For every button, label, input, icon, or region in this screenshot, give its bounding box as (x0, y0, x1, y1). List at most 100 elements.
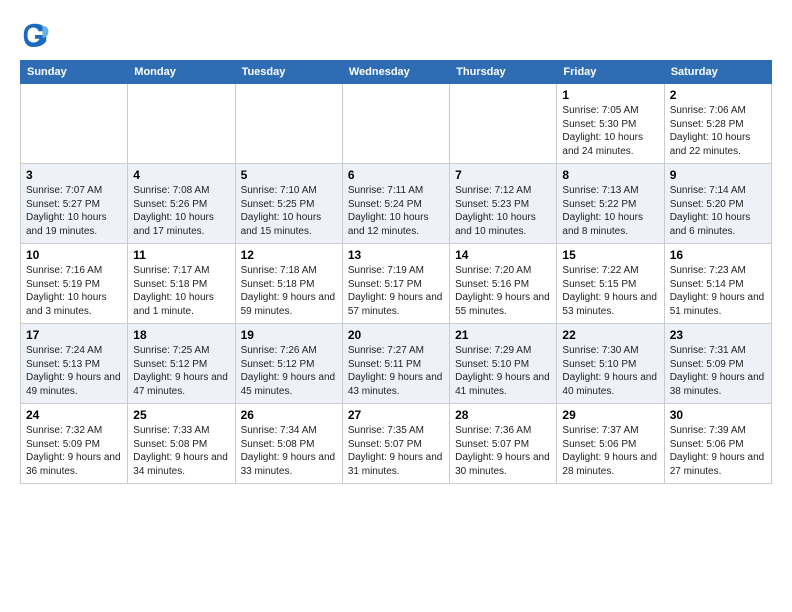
day-info: Sunrise: 7:27 AMSunset: 5:11 PMDaylight:… (348, 344, 444, 398)
day-number: 18 (133, 328, 229, 342)
day-number: 23 (670, 328, 766, 342)
calendar-cell: 15 Sunrise: 7:22 AMSunset: 5:15 PMDayligh… (557, 244, 664, 324)
day-info: Sunrise: 7:08 AMSunset: 5:26 PMDaylight:… (133, 184, 229, 238)
day-number: 5 (241, 168, 337, 182)
calendar-cell: 3 Sunrise: 7:07 AMSunset: 5:27 PMDaylight… (21, 164, 128, 244)
page-header (20, 20, 772, 50)
logo (20, 20, 54, 50)
calendar-cell: 13 Sunrise: 7:19 AMSunset: 5:17 PMDayligh… (342, 244, 449, 324)
weekday-header: Friday (557, 61, 664, 84)
day-number: 4 (133, 168, 229, 182)
day-number: 26 (241, 408, 337, 422)
weekday-header: Thursday (450, 61, 557, 84)
day-info: Sunrise: 7:35 AMSunset: 5:07 PMDaylight:… (348, 424, 444, 478)
day-number: 17 (26, 328, 122, 342)
day-info: Sunrise: 7:25 AMSunset: 5:12 PMDaylight:… (133, 344, 229, 398)
calendar-cell: 11Sunrise: 7:17 AMSunset: 5:18 PMDayligh… (128, 244, 235, 324)
day-info: Sunrise: 7:10 AMSunset: 5:25 PMDaylight:… (241, 184, 337, 238)
day-number: 8 (562, 168, 658, 182)
day-number: 6 (348, 168, 444, 182)
calendar-week-row: 24 Sunrise: 7:32 AMSunset: 5:09 PMDayligh… (21, 404, 772, 484)
day-number: 22 (562, 328, 658, 342)
day-number: 25 (133, 408, 229, 422)
calendar-cell: 25 Sunrise: 7:33 AMSunset: 5:08 PMDayligh… (128, 404, 235, 484)
calendar-cell: 9 Sunrise: 7:14 AMSunset: 5:20 PMDaylight… (664, 164, 771, 244)
day-number: 24 (26, 408, 122, 422)
day-number: 19 (241, 328, 337, 342)
calendar-cell: 1 Sunrise: 7:05 AMSunset: 5:30 PMDaylight… (557, 84, 664, 164)
calendar-cell: 28 Sunrise: 7:36 AMSunset: 5:07 PMDayligh… (450, 404, 557, 484)
calendar-cell: 8Sunrise: 7:13 AMSunset: 5:22 PMDaylight… (557, 164, 664, 244)
calendar-cell: 6 Sunrise: 7:11 AMSunset: 5:24 PMDaylight… (342, 164, 449, 244)
day-number: 12 (241, 248, 337, 262)
calendar-cell: 19 Sunrise: 7:26 AMSunset: 5:12 PMDayligh… (235, 324, 342, 404)
day-info: Sunrise: 7:30 AMSunset: 5:10 PMDaylight:… (562, 344, 658, 398)
day-info: Sunrise: 7:32 AMSunset: 5:09 PMDaylight:… (26, 424, 122, 478)
day-info: Sunrise: 7:33 AMSunset: 5:08 PMDaylight:… (133, 424, 229, 478)
calendar-cell: 26 Sunrise: 7:34 AMSunset: 5:08 PMDayligh… (235, 404, 342, 484)
calendar-cell: 20 Sunrise: 7:27 AMSunset: 5:11 PMDayligh… (342, 324, 449, 404)
day-info: Sunrise: 7:29 AMSunset: 5:10 PMDaylight:… (455, 344, 551, 398)
calendar-cell: 2Sunrise: 7:06 AMSunset: 5:28 PMDaylight… (664, 84, 771, 164)
calendar-cell: 29 Sunrise: 7:37 AMSunset: 5:06 PMDayligh… (557, 404, 664, 484)
day-info: Sunrise: 7:24 AMSunset: 5:13 PMDaylight:… (26, 344, 122, 398)
calendar-cell: 7 Sunrise: 7:12 AMSunset: 5:23 PMDaylight… (450, 164, 557, 244)
calendar-week-row: 10Sunrise: 7:16 AMSunset: 5:19 PMDayligh… (21, 244, 772, 324)
day-number: 30 (670, 408, 766, 422)
day-info: Sunrise: 7:07 AMSunset: 5:27 PMDaylight:… (26, 184, 122, 238)
calendar-header-row: SundayMondayTuesdayWednesdayThursdayFrid… (21, 61, 772, 84)
day-info: Sunrise: 7:34 AMSunset: 5:08 PMDaylight:… (241, 424, 337, 478)
day-info: Sunrise: 7:22 AMSunset: 5:15 PMDaylight:… (562, 264, 658, 318)
calendar-cell: 17 Sunrise: 7:24 AMSunset: 5:13 PMDayligh… (21, 324, 128, 404)
calendar-cell: 5 Sunrise: 7:10 AMSunset: 5:25 PMDaylight… (235, 164, 342, 244)
day-info: Sunrise: 7:12 AMSunset: 5:23 PMDaylight:… (455, 184, 551, 238)
day-number: 11 (133, 248, 229, 262)
day-number: 7 (455, 168, 551, 182)
day-number: 29 (562, 408, 658, 422)
day-info: Sunrise: 7:39 AMSunset: 5:06 PMDaylight:… (670, 424, 766, 478)
calendar-cell (450, 84, 557, 164)
calendar-cell: 10Sunrise: 7:16 AMSunset: 5:19 PMDayligh… (21, 244, 128, 324)
calendar-week-row: 17 Sunrise: 7:24 AMSunset: 5:13 PMDayligh… (21, 324, 772, 404)
calendar-cell (21, 84, 128, 164)
day-info: Sunrise: 7:05 AMSunset: 5:30 PMDaylight:… (562, 104, 658, 158)
calendar-cell: 30 Sunrise: 7:39 AMSunset: 5:06 PMDayligh… (664, 404, 771, 484)
day-info: Sunrise: 7:26 AMSunset: 5:12 PMDaylight:… (241, 344, 337, 398)
day-info: Sunrise: 7:14 AMSunset: 5:20 PMDaylight:… (670, 184, 766, 238)
day-number: 13 (348, 248, 444, 262)
day-info: Sunrise: 7:19 AMSunset: 5:17 PMDaylight:… (348, 264, 444, 318)
day-number: 15 (562, 248, 658, 262)
calendar-cell: 27 Sunrise: 7:35 AMSunset: 5:07 PMDayligh… (342, 404, 449, 484)
day-info: Sunrise: 7:11 AMSunset: 5:24 PMDaylight:… (348, 184, 444, 238)
day-number: 20 (348, 328, 444, 342)
weekday-header: Wednesday (342, 61, 449, 84)
calendar-cell: 18 Sunrise: 7:25 AMSunset: 5:12 PMDayligh… (128, 324, 235, 404)
calendar-cell (128, 84, 235, 164)
day-number: 28 (455, 408, 551, 422)
day-number: 3 (26, 168, 122, 182)
day-number: 16 (670, 248, 766, 262)
calendar-cell: 14 Sunrise: 7:20 AMSunset: 5:16 PMDayligh… (450, 244, 557, 324)
calendar-cell: 22 Sunrise: 7:30 AMSunset: 5:10 PMDayligh… (557, 324, 664, 404)
logo-icon (20, 20, 50, 50)
calendar-week-row: 1 Sunrise: 7:05 AMSunset: 5:30 PMDaylight… (21, 84, 772, 164)
day-number: 14 (455, 248, 551, 262)
calendar-cell (235, 84, 342, 164)
day-number: 27 (348, 408, 444, 422)
day-info: Sunrise: 7:23 AMSunset: 5:14 PMDaylight:… (670, 264, 766, 318)
day-info: Sunrise: 7:20 AMSunset: 5:16 PMDaylight:… (455, 264, 551, 318)
calendar-table: SundayMondayTuesdayWednesdayThursdayFrid… (20, 60, 772, 484)
calendar-cell: 24 Sunrise: 7:32 AMSunset: 5:09 PMDayligh… (21, 404, 128, 484)
day-info: Sunrise: 7:16 AMSunset: 5:19 PMDaylight:… (26, 264, 122, 318)
calendar-cell (342, 84, 449, 164)
day-number: 9 (670, 168, 766, 182)
day-info: Sunrise: 7:37 AMSunset: 5:06 PMDaylight:… (562, 424, 658, 478)
calendar-cell: 23Sunrise: 7:31 AMSunset: 5:09 PMDayligh… (664, 324, 771, 404)
day-number: 21 (455, 328, 551, 342)
calendar-week-row: 3 Sunrise: 7:07 AMSunset: 5:27 PMDaylight… (21, 164, 772, 244)
weekday-header: Sunday (21, 61, 128, 84)
day-info: Sunrise: 7:18 AMSunset: 5:18 PMDaylight:… (241, 264, 337, 318)
calendar-cell: 12 Sunrise: 7:18 AMSunset: 5:18 PMDayligh… (235, 244, 342, 324)
day-number: 1 (562, 88, 658, 102)
day-info: Sunrise: 7:36 AMSunset: 5:07 PMDaylight:… (455, 424, 551, 478)
